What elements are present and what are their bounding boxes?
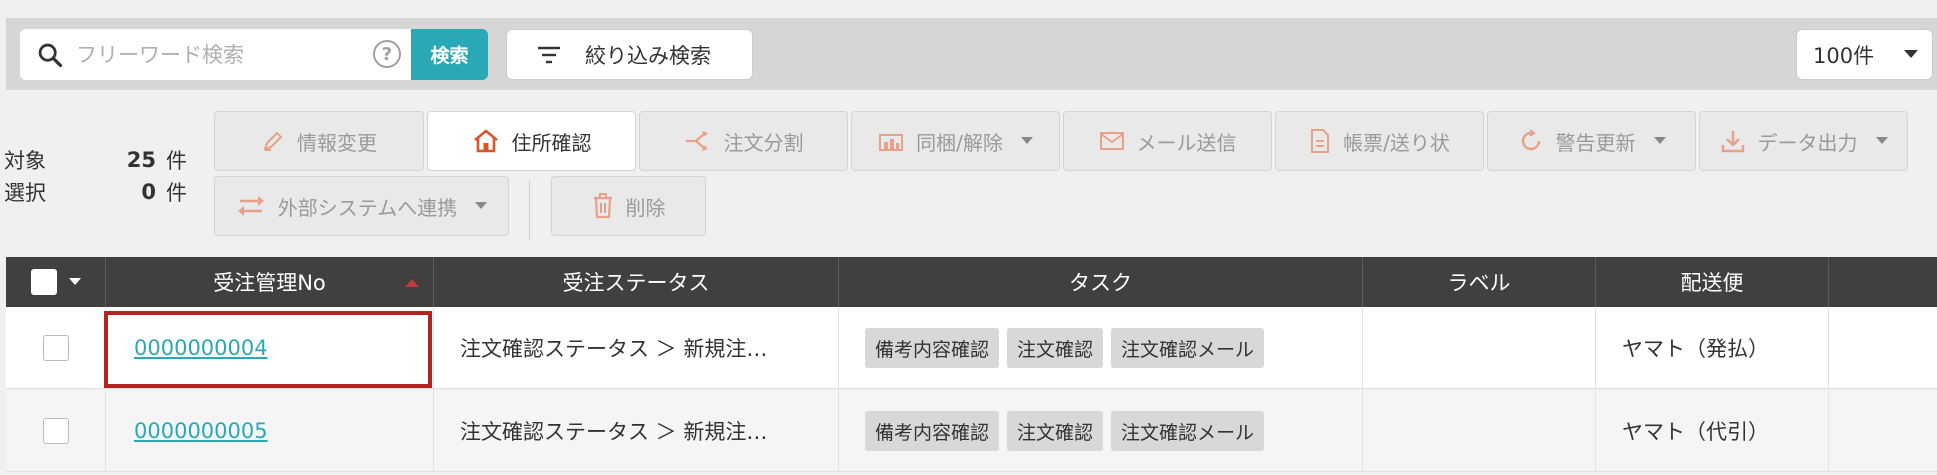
- delete-button[interactable]: 削除: [551, 176, 706, 236]
- task-tag: 注文確認: [1007, 411, 1104, 451]
- carrier-cell: ヤマト（発払）: [1596, 307, 1829, 389]
- filter-icon: [538, 46, 560, 63]
- task-tag: 備考内容確認: [865, 328, 1000, 368]
- target-count-label: 対象: [4, 149, 46, 173]
- help-icon[interactable]: ?: [373, 40, 401, 68]
- select-all-cell[interactable]: [6, 257, 106, 307]
- chevron-down-icon: [1875, 137, 1888, 144]
- task-tag: 注文確認: [1007, 328, 1104, 368]
- order-no-link[interactable]: 0000000004: [134, 336, 268, 360]
- task-tag: 注文確認メール: [1111, 328, 1265, 368]
- chevron-down-icon: [1653, 137, 1666, 144]
- selected-count-label: 選択: [4, 181, 46, 205]
- label-cell: [1363, 307, 1596, 389]
- home-icon: [473, 129, 498, 153]
- table-row[interactable]: 0000000005 注文確認ステータス ＞ 新規注… 備考内容確認 注文確認 …: [6, 390, 1937, 472]
- bundle-label: 同梱/解除: [916, 130, 1003, 155]
- column-header-tasks[interactable]: タスク: [839, 257, 1363, 307]
- status-cell: 注文確認ステータス ＞ 新規注…: [434, 307, 839, 389]
- trash-icon: [593, 193, 612, 219]
- swap-arrows-icon: [237, 196, 264, 216]
- sort-ascending-icon[interactable]: [405, 278, 419, 287]
- column-header-order-no[interactable]: 受注管理No: [106, 257, 434, 307]
- task-tag: 備考内容確認: [865, 411, 1000, 451]
- delete-label: 削除: [625, 195, 666, 220]
- filter-search-label: 絞り込み検索: [585, 43, 711, 68]
- chevron-down-icon: [1904, 50, 1918, 58]
- search-input[interactable]: [76, 34, 366, 75]
- data-export-button[interactable]: データ出力: [1699, 111, 1908, 171]
- address-check-label: 住所確認: [511, 130, 592, 155]
- selected-count-unit: 件: [166, 181, 187, 205]
- forms-button[interactable]: 帳票/送り状: [1275, 111, 1484, 171]
- column-header-label-col[interactable]: ラベル: [1363, 257, 1596, 307]
- info-change-button[interactable]: 情報変更: [214, 111, 424, 171]
- task-tag: 注文確認メール: [1111, 411, 1265, 451]
- per-page-select[interactable]: 100件: [1796, 29, 1933, 80]
- info-change-label: 情報変更: [297, 130, 377, 155]
- table-header: 受注管理No 受注ステータス タスク ラベル 配送便: [6, 257, 1937, 307]
- column-header-label: 受注管理No: [213, 271, 326, 295]
- row-checkbox[interactable]: [42, 418, 69, 444]
- data-export-label: データ出力: [1757, 130, 1858, 155]
- search-icon: [38, 43, 63, 67]
- row-select-cell[interactable]: [6, 307, 106, 389]
- search-box[interactable]: ?: [20, 29, 411, 80]
- external-link-button[interactable]: 外部システムへ連携: [214, 176, 509, 236]
- row-select-cell[interactable]: [6, 390, 106, 472]
- row-checkbox[interactable]: [42, 335, 69, 361]
- selected-count-value: 0: [141, 180, 156, 204]
- warning-update-button[interactable]: 警告更新: [1487, 111, 1696, 171]
- warning-update-label: 警告更新: [1555, 130, 1636, 155]
- pencil-icon: [263, 131, 283, 151]
- column-header-label: タスク: [1069, 271, 1132, 295]
- split-icon: [685, 131, 708, 151]
- per-page-value: 100件: [1813, 43, 1875, 68]
- status-cell: 注文確認ステータス ＞ 新規注…: [434, 390, 839, 472]
- bundle-button[interactable]: 同梱/解除: [851, 111, 1060, 171]
- order-no-cell: 0000000005: [106, 390, 434, 472]
- column-header-label: ラベル: [1447, 271, 1511, 295]
- address-check-button[interactable]: 住所確認: [427, 111, 636, 171]
- mail-send-button[interactable]: メール送信: [1063, 111, 1272, 171]
- order-no-link[interactable]: 0000000005: [134, 419, 268, 443]
- column-header-extra: [1829, 257, 1937, 307]
- table-row[interactable]: 0000000004 注文確認ステータス ＞ 新規注… 備考内容確認 注文確認 …: [6, 307, 1937, 389]
- chevron-down-icon: [1020, 137, 1033, 144]
- order-split-button[interactable]: 注文分割: [639, 111, 848, 171]
- carrier-cell: ヤマト（代引）: [1596, 390, 1829, 472]
- column-header-label: 受注ステータス: [562, 271, 710, 295]
- result-counts: 対象 25 件 選択 0 件: [4, 144, 187, 208]
- label-cell: [1363, 390, 1596, 472]
- mail-send-label: メール送信: [1136, 130, 1237, 155]
- download-icon: [1721, 131, 1744, 153]
- select-all-checkbox[interactable]: [30, 269, 57, 295]
- column-header-carrier[interactable]: 配送便: [1596, 257, 1829, 307]
- chevron-down-icon: [475, 202, 488, 209]
- extra-cell: [1829, 307, 1937, 389]
- target-count-unit: 件: [166, 149, 187, 173]
- search-button[interactable]: 検索: [411, 29, 488, 80]
- tasks-cell: 備考内容確認 注文確認 注文確認メール: [839, 307, 1363, 389]
- document-icon: [1311, 129, 1330, 153]
- column-header-status[interactable]: 受注ステータス: [434, 257, 839, 307]
- toolbar-divider: [529, 180, 530, 240]
- order-no-cell: 0000000004: [106, 307, 434, 389]
- chevron-down-icon[interactable]: [68, 278, 81, 286]
- filter-search-button[interactable]: 絞り込み検索: [506, 29, 753, 80]
- column-header-label: 配送便: [1680, 271, 1744, 295]
- order-split-label: 注文分割: [723, 130, 804, 155]
- tasks-cell: 備考内容確認 注文確認 注文確認メール: [839, 390, 1363, 472]
- mail-icon: [1099, 132, 1124, 150]
- external-link-label: 外部システムへ連携: [277, 195, 458, 220]
- bundle-icon: [879, 134, 904, 151]
- refresh-icon: [1521, 129, 1540, 151]
- target-count-value: 25: [126, 148, 156, 172]
- forms-label: 帳票/送り状: [1343, 130, 1450, 155]
- extra-cell: [1829, 390, 1937, 472]
